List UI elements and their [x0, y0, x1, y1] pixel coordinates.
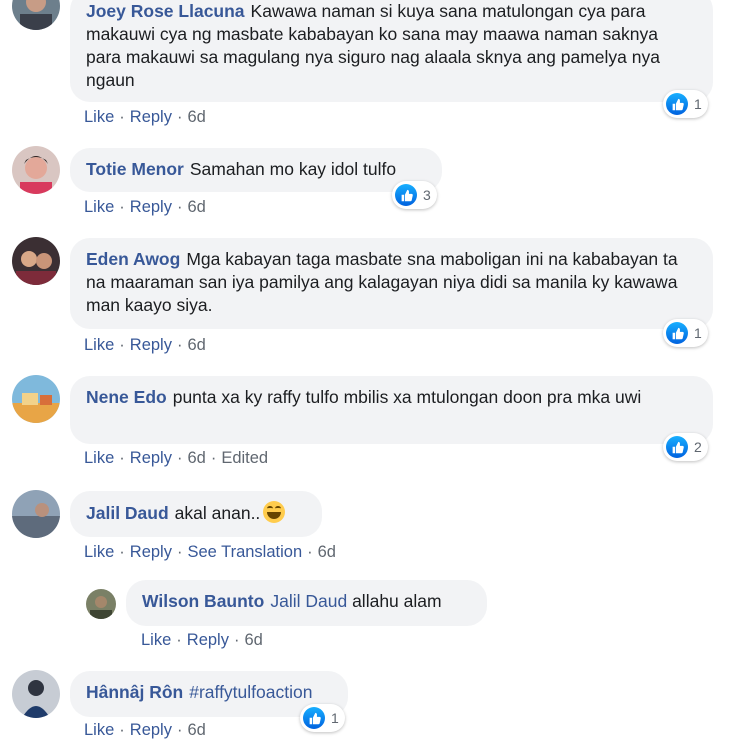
comment-text: akal anan.. [174, 503, 261, 523]
reaction-number: 3 [423, 187, 431, 203]
comment-text: allahu alam [352, 591, 442, 611]
comment-author[interactable]: Joey Rose Llacuna [86, 1, 245, 21]
see-translation-link[interactable]: See Translation [187, 543, 302, 561]
reply-link[interactable]: Reply [130, 198, 172, 216]
comment-actions: Like · Reply · 6d · Edited [84, 449, 269, 467]
laughing-emoji-icon [263, 501, 286, 523]
like-link[interactable]: Like [84, 336, 114, 354]
reply-link[interactable]: Reply [130, 449, 172, 467]
like-link[interactable]: Like [141, 631, 171, 649]
timestamp[interactable]: 6d [187, 108, 205, 126]
comment-actions: Like · Reply · 6d [84, 108, 206, 126]
like-link[interactable]: Like [84, 543, 114, 561]
reaction-count[interactable]: 1 [300, 704, 345, 732]
hashtag-link[interactable]: #raffytulfoaction [189, 682, 312, 702]
timestamp[interactable]: 6d [244, 631, 262, 649]
thumbs-up-icon [395, 184, 417, 206]
mention-link[interactable]: Jalil Daud [270, 591, 347, 611]
timestamp[interactable]: 6d [187, 198, 205, 216]
comment-actions: Like · Reply · 6d [84, 336, 206, 354]
like-link[interactable]: Like [84, 721, 114, 739]
avatar[interactable] [12, 375, 60, 423]
comment-author[interactable]: Totie Menor [86, 159, 184, 179]
reply-link[interactable]: Reply [130, 543, 172, 561]
reply-link[interactable]: Reply [130, 108, 172, 126]
like-link[interactable]: Like [84, 198, 114, 216]
comment-actions: Like · Reply · 6d [141, 631, 263, 649]
comment-actions: Like · Reply · 6d [84, 198, 206, 216]
reaction-number: 2 [694, 439, 702, 455]
reaction-number: 1 [694, 96, 702, 112]
comment-bubble: Wilson Baunto Jalil Daud allahu alam [126, 580, 487, 626]
timestamp[interactable]: 6d [187, 336, 205, 354]
comment-author[interactable]: Hânnâj Rôn [86, 682, 183, 702]
comment-bubble: Nene Edo punta xa ky raffy tulfo mbilis x… [70, 376, 713, 444]
timestamp[interactable]: 6d [318, 543, 336, 561]
comment-bubble: Jalil Daud akal anan.. [70, 491, 322, 537]
comment-bubble: Eden Awog Mga kabayan taga masbate sna ma… [70, 238, 713, 329]
thumbs-up-icon [666, 436, 688, 458]
avatar[interactable] [12, 490, 60, 538]
avatar[interactable] [12, 0, 60, 30]
comment-bubble: Joey Rose Llacuna Kawawa naman si kuya sa… [70, 0, 713, 102]
reply-link[interactable]: Reply [130, 336, 172, 354]
timestamp[interactable]: 6d [187, 449, 205, 467]
comment-author[interactable]: Eden Awog [86, 249, 180, 269]
thumbs-up-icon [666, 322, 688, 344]
reaction-count[interactable]: 3 [392, 181, 437, 209]
comment-bubble: Totie Menor Samahan mo kay idol tulfo [70, 148, 442, 192]
avatar[interactable] [12, 146, 60, 194]
reaction-count[interactable]: 1 [663, 90, 708, 118]
reply-link[interactable]: Reply [130, 721, 172, 739]
thumbs-up-icon [666, 93, 688, 115]
reaction-number: 1 [694, 325, 702, 341]
comment-text: punta xa ky raffy tulfo mbilis xa mtulon… [172, 387, 642, 407]
comment-actions: Like · Reply · See Translation · 6d [84, 543, 336, 561]
comment-author[interactable]: Jalil Daud [86, 503, 169, 523]
reaction-number: 1 [331, 710, 339, 726]
timestamp[interactable]: 6d [187, 721, 205, 739]
reply-link[interactable]: Reply [187, 631, 229, 649]
avatar[interactable] [86, 589, 116, 619]
avatar[interactable] [12, 237, 60, 285]
like-link[interactable]: Like [84, 108, 114, 126]
like-link[interactable]: Like [84, 449, 114, 467]
avatar[interactable] [12, 670, 60, 718]
edited-label[interactable]: Edited [221, 449, 268, 467]
comment-text: Samahan mo kay idol tulfo [189, 159, 397, 179]
thumbs-up-icon [303, 707, 325, 729]
comment-author[interactable]: Wilson Baunto [142, 591, 264, 611]
reaction-count[interactable]: 1 [663, 319, 708, 347]
comment-actions: Like · Reply · 6d [84, 721, 206, 739]
comment-author[interactable]: Nene Edo [86, 387, 167, 407]
reaction-count[interactable]: 2 [663, 433, 708, 461]
